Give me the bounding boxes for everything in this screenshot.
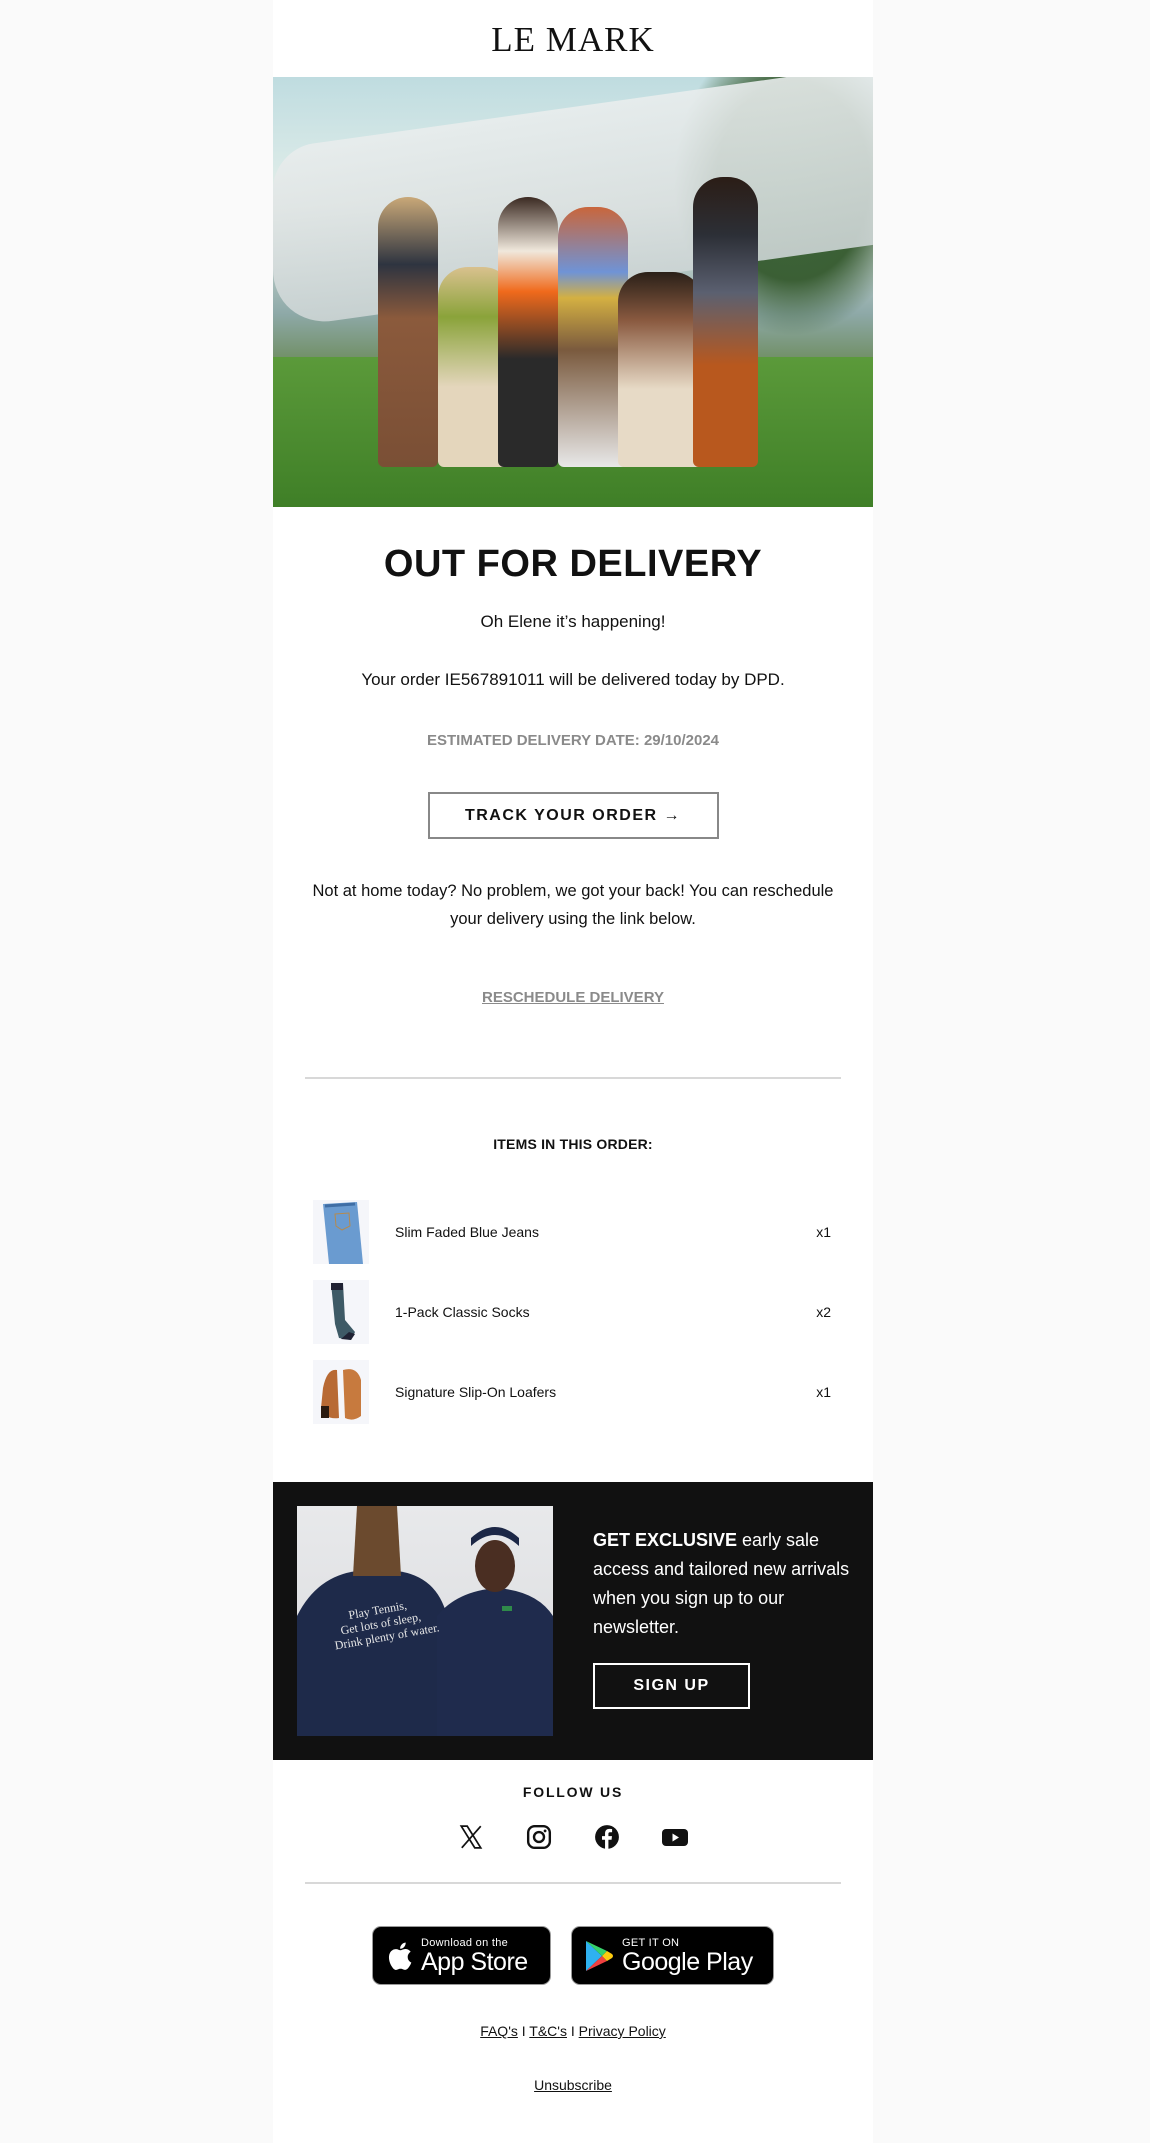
sign-up-button[interactable]: SIGN UP [593,1663,750,1709]
item-name: 1-Pack Classic Socks [395,1304,530,1320]
x-icon[interactable] [456,1822,486,1852]
app-store-badges: Download on the App Store GET IT ON Goog… [273,1926,873,1985]
footer: FOLLOW US Download on the App Store GET … [273,1784,873,2093]
youtube-icon[interactable] [660,1822,690,1852]
google-play-button[interactable]: GET IT ON Google Play [571,1926,774,1985]
delivery-status-section: OUT FOR DELIVERY Oh Elene it’s happening… [273,543,873,1007]
items-title: ITEMS IN THIS ORDER: [493,1136,653,1152]
items-list: Slim Faded Blue Jeans x1 1-Pack Classic … [273,1200,873,1424]
track-order-button[interactable]: TRACK YOUR ORDER → [427,792,719,839]
app-store-small-text: Download on the [421,1936,509,1949]
app-store-button[interactable]: Download on the App Store [372,1926,551,1985]
divider [305,1077,841,1079]
unsubscribe-link[interactable]: Unsubscribe [534,2077,612,2093]
follow-us-label: FOLLOW US [522,1784,624,1800]
item-quantity: x1 [816,1384,831,1400]
google-play-big-text: Google Play [622,1947,753,1976]
item-name: Signature Slip-On Loafers [395,1384,557,1400]
newsletter-highlight: GET EXCLUSIVE [593,1530,738,1550]
hero-model [693,177,758,467]
faq-link[interactable]: FAQ's [480,2023,518,2039]
apple-icon [388,1942,412,1970]
google-play-icon [586,1940,613,1971]
list-item[interactable]: Signature Slip-On Loafers x1 [313,1360,833,1424]
order-message: Your order IE567891011 will be delivered… [361,670,785,689]
hero-model [498,197,558,467]
item-quantity: x2 [816,1304,831,1320]
loafers-thumbnail [313,1360,369,1424]
hero-image[interactable] [273,77,873,507]
instagram-icon[interactable] [524,1822,554,1852]
greeting-text: Oh Elene it’s happening! [480,612,666,631]
google-play-small-text: GET IT ON [622,1936,680,1949]
privacy-policy-link[interactable]: Privacy Policy [579,2023,666,2039]
page-title: OUT FOR DELIVERY [383,543,763,585]
list-item[interactable]: Slim Faded Blue Jeans x1 [313,1200,833,1264]
app-store-big-text: App Store [421,1947,528,1976]
facebook-icon[interactable] [592,1822,622,1852]
hero-model [378,197,438,467]
socks-thumbnail [313,1280,369,1344]
estimated-delivery-date: ESTIMATED DELIVERY DATE: 29/10/2024 [426,732,720,749]
item-name: Slim Faded Blue Jeans [395,1224,539,1240]
list-item[interactable]: 1-Pack Classic Socks x2 [313,1280,833,1344]
newsletter-text: GET EXCLUSIVE early sale access and tail… [593,1526,853,1642]
brand-logo[interactable]: LE MARK [273,0,873,77]
item-quantity: x1 [816,1224,831,1240]
newsletter-image[interactable]: Play Tennis, Get lots of sleep, Drink pl… [297,1506,553,1736]
divider [305,1882,841,1884]
jeans-thumbnail [313,1200,369,1264]
hero-model [618,272,703,467]
link-separator: I [570,2023,575,2039]
newsletter-promo: Play Tennis, Get lots of sleep, Drink pl… [273,1482,873,1760]
terms-link[interactable]: T&C's [529,2023,567,2039]
email-container: LE MARK OUT FOR DELIVERY Oh Elene it’s h… [273,0,873,2143]
link-separator: I [521,2023,526,2039]
order-items-section: ITEMS IN THIS ORDER: Slim Faded Blue Jea… [273,1136,873,1424]
social-links [273,1822,873,1852]
reschedule-notice: Not at home today? No problem, we got yo… [312,882,834,928]
reschedule-delivery-link[interactable]: RESCHEDULE DELIVERY [482,989,664,1006]
footer-links: FAQ's I T&C's I Privacy Policy [273,2023,873,2039]
